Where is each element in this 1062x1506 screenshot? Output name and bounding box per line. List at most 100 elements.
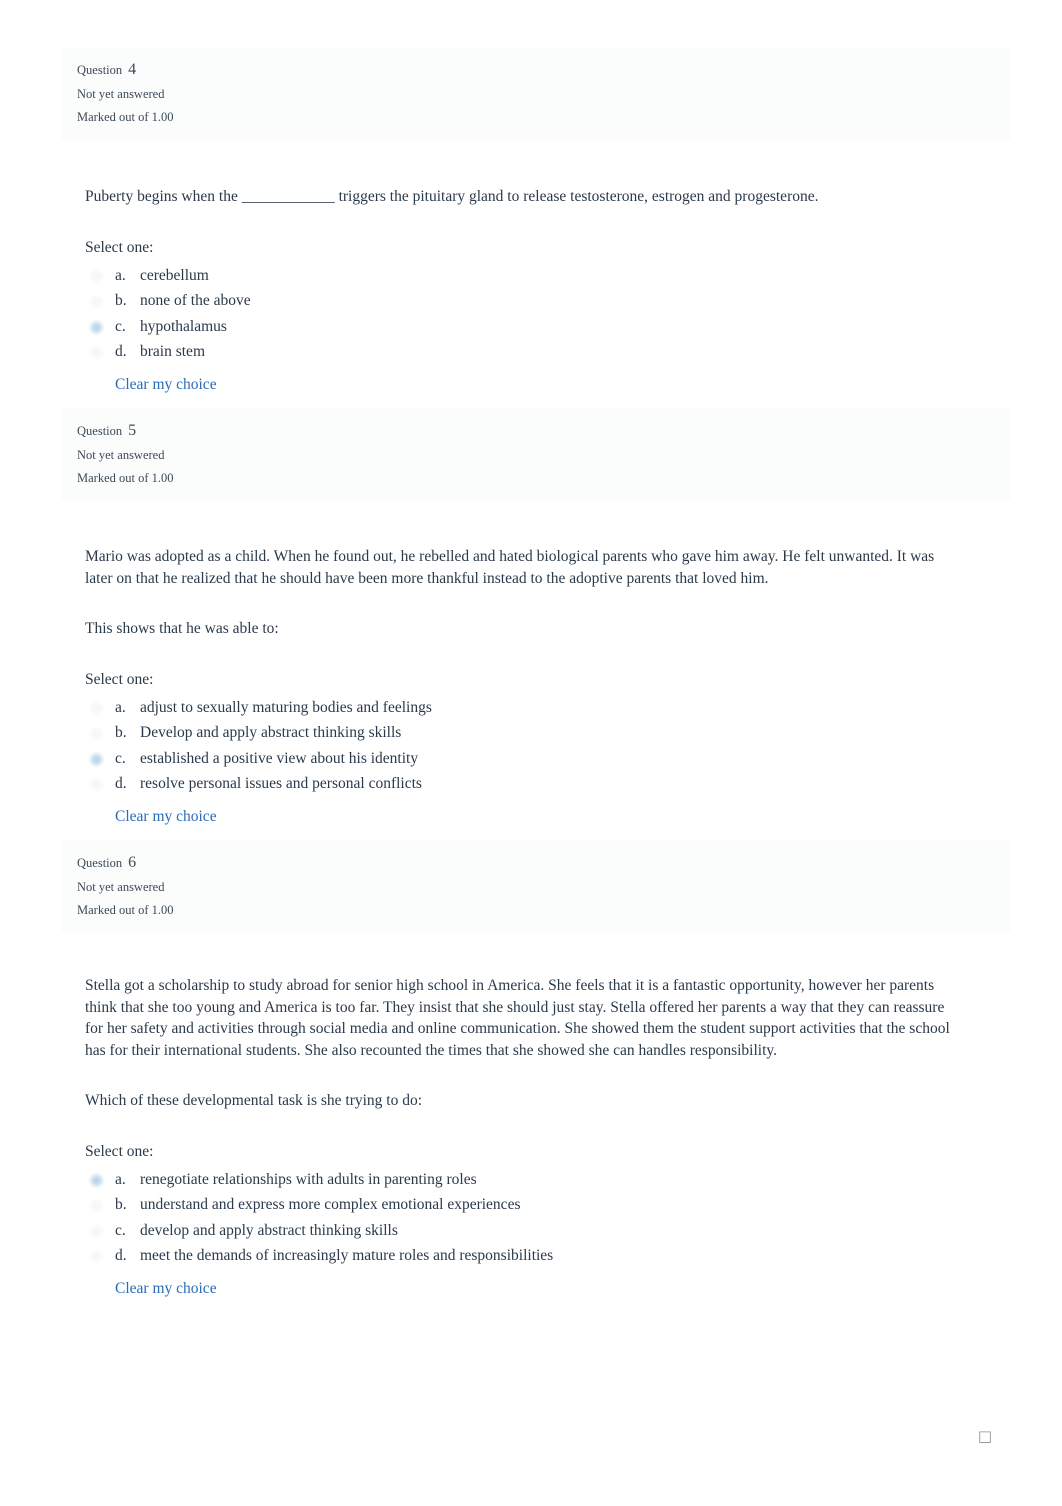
question-block-5: Question 5 Not yet answered Marked out of… [0,409,1062,827]
answer-label-4-b: b. none of the above [115,290,251,311]
answer-option-4-b[interactable]: b. none of the above [85,290,965,316]
answer-letter: d. [115,343,127,360]
answer-text: adjust to sexually maturing bodies and f… [140,698,432,716]
answer-letter: d. [115,775,127,792]
answer-label-5-c: c. established a positive view about his … [115,748,418,769]
radio-button-icon[interactable] [89,294,104,309]
radio-button-icon[interactable] [89,726,104,741]
answer-option-5-a[interactable]: a. adjust to sexually maturing bodies and… [85,697,965,723]
answer-letter: b. [115,724,127,741]
answer-text: renegotiate relationships with adults in… [140,1170,477,1188]
clear-my-choice-link-5[interactable]: Clear my choice [85,806,217,827]
answer-option-5-c[interactable]: c. established a positive view about his … [85,748,965,774]
question-text-5-p1: Mario was adopted as a child. When he fo… [85,548,935,587]
answer-text: established a positive view about his id… [140,749,419,767]
missing-glyph-icon: □ [977,1427,992,1445]
question-grade-6: Marked out of 1.00 [77,902,174,917]
answer-label-4-d: d. brain stem [115,341,205,362]
radio-button-icon[interactable] [89,1249,104,1264]
question-number-value: 4 [128,61,137,78]
answer-letter: b. [115,292,127,309]
question-label: Question [77,856,123,870]
answer-letter: c. [115,749,126,767]
answer-text: brain stem [140,343,205,360]
question-text-6-p2: Which of these developmental task is she… [85,1092,423,1109]
answer-option-4-c[interactable]: c. hypothalamus [85,316,965,342]
radio-button-icon[interactable] [89,700,104,716]
radio-button-icon[interactable] [89,777,104,792]
question-text-6-p1: Stella got a scholarship to study abroad… [85,977,950,1059]
radio-button-icon[interactable] [89,751,104,767]
answer-letter: d. [115,1247,127,1264]
question-text-4-p1: Puberty begins when the ____________ tri… [85,188,819,205]
answer-option-5-b[interactable]: b. Develop and apply abstract thinking sk… [85,722,965,748]
radio-button-icon[interactable] [89,268,104,284]
answer-text: Develop and apply abstract thinking skil… [140,724,402,741]
radio-button-icon[interactable] [89,1172,104,1188]
question-state-4: Not yet answered [77,87,165,101]
answer-letter: a. [115,266,126,284]
answer-label-6-b: b. understand and express more complex em… [115,1194,520,1215]
question-text-5-p2: This shows that he was able to: [85,620,279,637]
question-state-6: Not yet answered [77,880,165,894]
answer-label-6-d: d. meet the demands of increasingly matur… [115,1245,553,1266]
question-state-5: Not yet answered [77,448,165,462]
answer-letter: b. [115,1196,127,1213]
answer-option-5-d[interactable]: d. resolve personal issues and personal c… [85,773,965,799]
answer-option-6-a[interactable]: a. renegotiate relationships with adults … [85,1169,965,1195]
answer-text: understand and express more complex emot… [140,1196,521,1213]
answer-option-4-a[interactable]: a. cerebellum [85,265,965,291]
radio-button-icon[interactable] [89,345,104,360]
answer-text: cerebellum [140,266,209,284]
question-number-6: Question 6 [77,855,1009,871]
question-block-6: Question 6 Not yet answered Marked out of… [0,841,1062,1299]
question-number-5: Question 5 [77,423,1009,439]
answer-option-4-d[interactable]: d. brain stem [85,341,965,367]
question-number-4: 4Question4 [77,62,1009,78]
answer-option-6-b[interactable]: b. understand and express more complex em… [85,1194,965,1220]
answer-text: none of the above [140,292,251,309]
question-label: Question [77,424,123,438]
answer-label-5-a: a. adjust to sexually maturing bodies and… [115,697,432,718]
question-number-value: 6 [128,854,137,871]
answer-text: meet the demands of increasingly mature … [140,1247,554,1264]
radio-button-icon[interactable] [89,1198,104,1213]
answer-label-6-c: c. develop and apply abstract thinking sk… [115,1220,398,1241]
answer-list-6: a. renegotiate relationships with adults … [85,1169,965,1299]
answer-label-5-b: b. Develop and apply abstract thinking sk… [115,722,401,743]
answer-list-4: a. cerebellum b. none of the above c. hypot… [85,265,965,395]
clear-my-choice-link-4[interactable]: Clear my choice [85,374,217,395]
question-number-value: 5 [128,422,137,439]
answer-letter: c. [115,317,126,335]
answer-letter: a. [115,698,126,716]
question-info-panel-6: Question 6 Not yet answered Marked out of… [62,841,1010,931]
answer-label-5-d: d. resolve personal issues and personal c… [115,773,422,794]
question-info-panel-4: 4Question4 Not yet answered Marked out o… [62,48,1010,138]
question-info-panel-5: Question 5 Not yet answered Marked out of… [62,409,1010,499]
radio-button-icon[interactable] [89,1223,104,1239]
question-grade-5: Marked out of 1.00 [77,470,174,485]
quiz-page: 4Question4 Not yet answered Marked out o… [0,0,1062,1506]
answer-label-6-a: a. renegotiate relationships with adults … [115,1169,477,1190]
question-body-6: Stella got a scholarship to study abroad… [85,975,965,1299]
answer-label-4-c: c. hypothalamus [115,316,227,337]
answer-letter: a. [115,1170,126,1188]
answer-option-6-c[interactable]: c. develop and apply abstract thinking sk… [85,1220,965,1246]
question-body-5: Mario was adopted as a child. When he fo… [85,546,965,827]
select-one-label-4: Select one: [85,238,154,256]
select-one-label-6: Select one: [85,1142,154,1160]
question-label: Question [77,63,123,77]
select-one-label-5: Select one: [85,670,154,688]
answer-option-6-d[interactable]: d. meet the demands of increasingly matur… [85,1245,965,1271]
radio-button-icon[interactable] [89,319,104,335]
answer-text: develop and apply abstract thinking skil… [140,1221,398,1239]
question-block-4: 4Question4 Not yet answered Marked out o… [0,48,1062,395]
answer-label-4-a: a. cerebellum [115,265,209,286]
answer-text: resolve personal issues and personal con… [140,775,422,792]
answer-text: hypothalamus [140,317,227,335]
question-body-4: Puberty begins when the ____________ tri… [85,186,965,395]
answer-letter: c. [115,1221,126,1239]
clear-my-choice-link-6[interactable]: Clear my choice [85,1278,217,1299]
question-grade-4: Marked out of 1.00 [77,109,174,124]
answer-list-5: a. adjust to sexually maturing bodies and… [85,697,965,827]
